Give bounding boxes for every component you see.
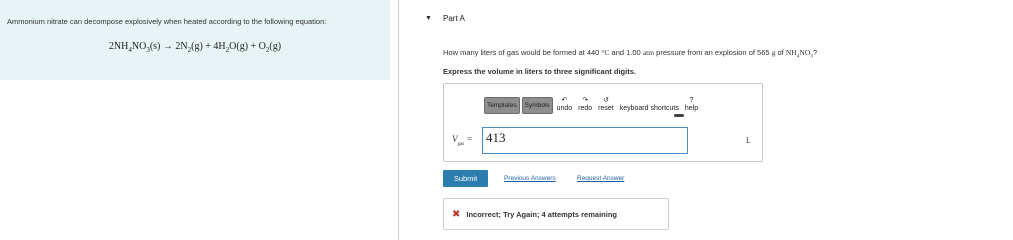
feedback-box: ✖ Incorrect; Try Again; 4 attempts remai… xyxy=(443,198,669,230)
symbols-button[interactable]: Symbols xyxy=(521,96,553,114)
toolbar-indicator xyxy=(674,114,684,117)
answer-input[interactable]: 413 xyxy=(482,127,688,154)
question-part: and 1.00 xyxy=(609,48,643,57)
incorrect-x-icon: ✖ xyxy=(452,208,461,220)
help-label: help xyxy=(684,104,699,112)
question-formula: NH4NO3 xyxy=(785,48,813,60)
question-unit: atm xyxy=(642,48,655,57)
eq-part: 2NH xyxy=(108,41,129,52)
undo-label: undo xyxy=(556,104,573,112)
eq-part: O(g) + O xyxy=(229,41,266,52)
question-part: of xyxy=(775,48,786,57)
problem-intro-text: Ammonium nitrate can decompose explosive… xyxy=(7,17,327,26)
formula-part: NO xyxy=(799,48,811,57)
previous-answers-link[interactable]: Previous Answers xyxy=(504,175,556,182)
redo-button[interactable]: ↷ redo xyxy=(576,97,594,113)
redo-label: redo xyxy=(578,104,593,112)
unit-label: L xyxy=(746,136,751,145)
variable-label: Vgas = xyxy=(452,134,473,147)
templates-button[interactable]: Templates xyxy=(484,96,520,114)
eq-part: (g) xyxy=(269,41,282,52)
formula-part: NH xyxy=(785,48,797,57)
part-title[interactable]: Part A xyxy=(443,14,465,23)
question-part: pressure from an explosion of 565 xyxy=(654,48,772,57)
answer-box: Templates Symbols ↶ undo ↷ redo ↺ reset … xyxy=(443,83,763,162)
question-part: ? xyxy=(813,48,818,57)
undo-button[interactable]: ↶ undo xyxy=(555,97,575,113)
help-button[interactable]: ? help xyxy=(683,97,700,113)
keyboard-shortcuts-button[interactable]: keyboard shortcuts xyxy=(618,98,681,113)
feedback-text: Incorrect; Try Again; 4 attempts remaini… xyxy=(466,209,617,219)
chemical-equation: 2NH4NO3(s) → 2N2(g) + 4H2O(g) + O2(g) xyxy=(0,41,390,54)
reset-label: reset xyxy=(598,104,614,112)
eq-part: (s) → 2N xyxy=(149,41,188,52)
question-text: How many liters of gas would be formed a… xyxy=(443,48,817,60)
question-part: How many liters of gas would be formed a… xyxy=(443,48,602,57)
equals-sign: = xyxy=(464,134,473,144)
submit-button[interactable]: Submit xyxy=(443,170,488,187)
keyboard-shortcuts-label: keyboard shortcuts xyxy=(619,104,679,112)
collapse-caret-icon[interactable]: ▼ xyxy=(425,15,432,22)
instruction-text: Express the volume in liters to three si… xyxy=(443,67,636,76)
request-answer-link[interactable]: Request Answer xyxy=(577,175,624,182)
math-toolbar: Templates Symbols ↶ undo ↷ redo ↺ reset … xyxy=(484,95,700,115)
reset-button[interactable]: ↺ reset xyxy=(596,97,616,113)
problem-intro-panel: Ammonium nitrate can decompose explosive… xyxy=(0,0,390,80)
eq-part: (g) + 4H xyxy=(191,41,226,52)
column-divider xyxy=(398,0,399,240)
eq-part: NO xyxy=(131,41,147,52)
